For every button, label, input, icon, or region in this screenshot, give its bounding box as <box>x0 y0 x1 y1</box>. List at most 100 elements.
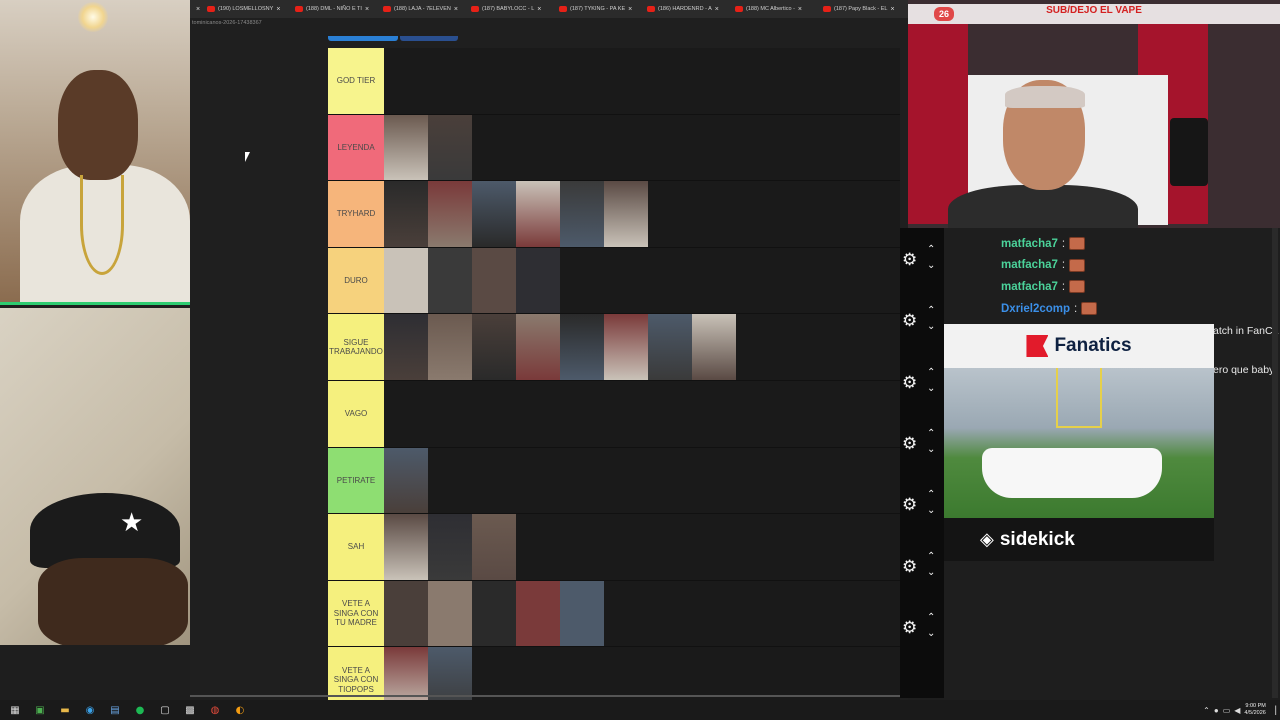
tier-item-thumbnail[interactable] <box>384 114 428 181</box>
close-icon[interactable]: × <box>715 6 719 13</box>
tier-label[interactable]: TRYHARD <box>328 181 384 247</box>
browser-tab[interactable]: (190) LOSMELLOSNY × <box>204 0 292 18</box>
chevron-down-icon[interactable]: ⌄ <box>927 444 935 455</box>
chevron-down-icon[interactable]: ⌄ <box>927 260 935 271</box>
browser-tab[interactable]: (187) TYKING - PA KE × <box>556 0 644 18</box>
file-explorer-icon[interactable]: ▬ <box>55 700 75 720</box>
tier-label[interactable]: GOD TIER <box>328 48 384 114</box>
tier-item-thumbnail[interactable] <box>648 314 692 380</box>
chat-scrollbar[interactable] <box>1272 228 1278 698</box>
chevron-up-icon[interactable]: ⌃ <box>927 244 935 255</box>
chat-username[interactable]: matfacha7 <box>1001 259 1058 271</box>
tier-label[interactable]: DURO <box>328 247 384 314</box>
tier-item-thumbnail[interactable] <box>428 114 472 181</box>
tier-label[interactable]: SIGUE TRABAJANDO <box>328 314 384 380</box>
tier-item-thumbnail[interactable] <box>560 580 604 647</box>
chevron-up-icon[interactable]: ⌃ <box>927 367 935 378</box>
chevron-up-icon[interactable]: ⌃ <box>927 305 935 316</box>
close-icon[interactable]: × <box>192 6 204 13</box>
microphone-icon[interactable]: ● <box>1214 706 1219 715</box>
fanatics-ad[interactable]: Fanatics ◈ sidekick <box>944 324 1214 561</box>
gear-icon[interactable]: ⚙ <box>902 495 917 515</box>
gear-icon[interactable]: ⚙ <box>902 557 917 577</box>
horizontal-scrollbar[interactable] <box>190 695 908 697</box>
chat-username[interactable]: Dxriel2comp <box>1001 303 1070 315</box>
gear-icon[interactable]: ⚙ <box>902 618 917 638</box>
toolbar-tab-strip[interactable] <box>400 36 458 41</box>
close-icon[interactable]: × <box>276 6 280 13</box>
gear-icon[interactable]: ⚙ <box>902 311 917 331</box>
show-desktop-button[interactable]: ▕ <box>1270 706 1276 715</box>
tier-item-thumbnail[interactable] <box>384 247 428 314</box>
chevron-up-icon[interactable]: ⌃ <box>927 428 935 439</box>
tier-item-thumbnail[interactable] <box>384 514 428 580</box>
tier-item-thumbnail[interactable] <box>604 181 648 247</box>
tier-item-thumbnail[interactable] <box>516 181 560 247</box>
network-icon[interactable]: ▭ <box>1223 706 1231 715</box>
tier-item-thumbnail[interactable] <box>428 181 472 247</box>
edge-browser-icon[interactable]: ◉ <box>80 700 100 720</box>
toolbar-tab-strip[interactable] <box>328 36 398 41</box>
close-icon[interactable]: × <box>798 6 802 13</box>
tier-item-thumbnail[interactable] <box>428 314 472 380</box>
chat-username[interactable]: matfacha7 <box>1001 281 1058 293</box>
chevron-down-icon[interactable]: ⌄ <box>927 321 935 332</box>
tier-label[interactable]: VETE A SINGA CON TU MADRE <box>328 580 384 647</box>
window-icon[interactable]: ▢ <box>155 700 175 720</box>
tier-item-thumbnail[interactable] <box>516 314 560 380</box>
chevron-up-icon[interactable]: ⌃ <box>927 551 935 562</box>
tier-label[interactable]: SAH <box>328 514 384 580</box>
chevron-down-icon[interactable]: ⌄ <box>927 628 935 639</box>
tier-item-thumbnail[interactable] <box>560 314 604 380</box>
chrome-icon[interactable]: ◍ <box>205 700 225 720</box>
tier-item-thumbnail[interactable] <box>384 447 428 514</box>
terminal-icon[interactable]: ▣ <box>30 700 50 720</box>
close-icon[interactable]: × <box>628 6 632 13</box>
tier-label[interactable]: LEYENDA <box>328 114 384 181</box>
close-icon[interactable]: × <box>891 6 895 13</box>
address-bar[interactable]: tominicanos-2026-17438367 <box>190 20 908 34</box>
app-icon[interactable]: ▩ <box>180 700 200 720</box>
obs-icon[interactable]: ◐ <box>230 700 250 720</box>
tier-item-thumbnail[interactable] <box>472 181 516 247</box>
tier-item-thumbnail[interactable] <box>384 314 428 380</box>
chevron-down-icon[interactable]: ⌄ <box>927 383 935 394</box>
tier-label[interactable]: PETIRATE <box>328 447 384 514</box>
browser-tab[interactable]: (188) MC Albertico - × <box>732 0 820 18</box>
close-icon[interactable]: × <box>537 6 541 13</box>
chevron-down-icon[interactable]: ⌄ <box>927 505 935 516</box>
tier-item-thumbnail[interactable] <box>472 580 516 647</box>
tier-item-thumbnail[interactable] <box>472 314 516 380</box>
tier-item-thumbnail[interactable] <box>428 247 472 314</box>
gear-icon[interactable]: ⚙ <box>902 434 917 454</box>
browser-tab[interactable]: (188) LAJA - 7ELEVEN × <box>380 0 468 18</box>
tier-item-thumbnail[interactable] <box>516 580 560 647</box>
tier-item-thumbnail[interactable] <box>692 314 736 380</box>
clock[interactable]: 9:00 PM 4/5/2026 <box>1244 703 1265 717</box>
tier-label[interactable]: VAGO <box>328 380 384 447</box>
browser-tab[interactable]: (186) HARDENRD - A × <box>644 0 732 18</box>
close-icon[interactable]: × <box>454 6 458 13</box>
gear-icon[interactable]: ⚙ <box>902 373 917 393</box>
chat-username[interactable]: matfacha7 <box>1001 238 1058 250</box>
tier-item-thumbnail[interactable] <box>560 181 604 247</box>
chevron-down-icon[interactable]: ⌄ <box>927 567 935 578</box>
gear-icon[interactable]: ⚙ <box>902 250 917 270</box>
tier-item-thumbnail[interactable] <box>428 580 472 647</box>
chevron-up-icon[interactable]: ⌃ <box>927 612 935 623</box>
chevron-up-icon[interactable]: ⌃ <box>927 489 935 500</box>
spotify-icon[interactable]: ● <box>130 700 150 720</box>
tier-item-thumbnail[interactable] <box>472 247 516 314</box>
tier-item-thumbnail[interactable] <box>604 314 648 380</box>
tier-item-thumbnail[interactable] <box>428 514 472 580</box>
tier-item-thumbnail[interactable] <box>384 181 428 247</box>
close-icon[interactable]: × <box>365 6 369 13</box>
chevron-up-icon[interactable]: ⌃ <box>1203 706 1210 715</box>
tier-item-thumbnail[interactable] <box>384 580 428 647</box>
store-icon[interactable]: ▤ <box>105 700 125 720</box>
windows-start-icon[interactable]: ▦ <box>5 700 25 720</box>
volume-icon[interactable]: ◀ <box>1234 706 1240 715</box>
tier-item-thumbnail[interactable] <box>472 514 516 580</box>
tier-item-thumbnail[interactable] <box>516 247 560 314</box>
browser-tab[interactable]: (187) BABYLOCC - L × <box>468 0 556 18</box>
